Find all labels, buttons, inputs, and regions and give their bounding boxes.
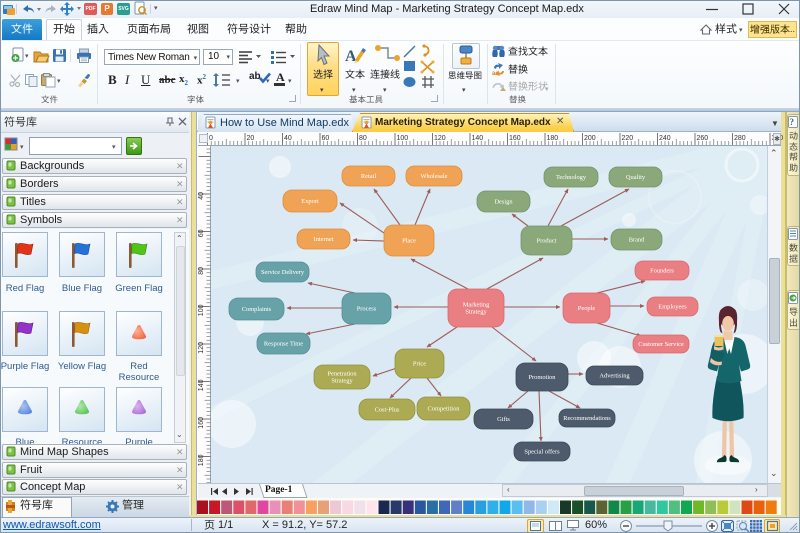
svg-text:Price: Price: [413, 361, 426, 368]
svg-text:Brand: Brand: [629, 237, 645, 244]
svg-text:Penetration: Penetration: [327, 371, 357, 378]
svg-text:0: 0: [209, 135, 213, 142]
svg-text:Service Delivery: Service Delivery: [261, 269, 305, 276]
svg-text:80: 80: [359, 135, 367, 142]
svg-text:220: 220: [621, 135, 633, 142]
svg-text:Customer Service: Customer Service: [638, 341, 684, 348]
svg-text:160: 160: [198, 417, 205, 429]
svg-text:Special offers: Special offers: [524, 449, 560, 456]
svg-text:100: 100: [198, 304, 205, 316]
svg-text:240: 240: [659, 135, 671, 142]
svg-text:Recommendations: Recommendations: [563, 415, 611, 422]
svg-text:Competition: Competition: [428, 406, 461, 413]
svg-text:Marketing: Marketing: [463, 302, 490, 309]
svg-text:?: ?: [790, 117, 795, 127]
svg-text:200: 200: [584, 135, 596, 142]
svg-text:140: 140: [471, 135, 483, 142]
svg-text:Cost-Plus: Cost-Plus: [375, 407, 400, 414]
svg-text:Wholesale: Wholesale: [421, 173, 448, 180]
svg-text:120: 120: [198, 342, 205, 354]
svg-text:160: 160: [509, 135, 521, 142]
svg-text:40: 40: [198, 192, 205, 200]
svg-text:Technology: Technology: [556, 174, 587, 181]
svg-text:180: 180: [546, 135, 558, 142]
svg-text:Place: Place: [402, 238, 416, 245]
svg-text:260: 260: [696, 135, 708, 142]
svg-text:Product: Product: [537, 238, 557, 245]
svg-text:120: 120: [434, 135, 446, 142]
svg-text:Process: Process: [357, 306, 377, 313]
svg-text:80: 80: [198, 267, 205, 275]
svg-text:Export: Export: [301, 198, 319, 205]
svg-text:140: 140: [198, 379, 205, 391]
svg-text:60: 60: [321, 135, 329, 142]
svg-text:20: 20: [246, 135, 254, 142]
svg-text:280: 280: [734, 135, 746, 142]
svg-text:60: 60: [198, 229, 205, 237]
svg-text:Quality: Quality: [626, 174, 646, 181]
svg-text:Design: Design: [494, 199, 513, 206]
svg-text:Response Time: Response Time: [264, 341, 303, 348]
svg-text:Gifts: Gifts: [497, 416, 510, 423]
svg-text:Strategy: Strategy: [331, 378, 353, 385]
svg-text:100: 100: [396, 135, 408, 142]
svg-text:Employees: Employees: [658, 304, 687, 311]
svg-text:Retail: Retail: [361, 173, 376, 180]
svg-text:40: 40: [284, 135, 292, 142]
svg-text:Complaints: Complaints: [242, 306, 272, 313]
svg-text:Internet: Internet: [314, 236, 334, 243]
svg-text:Promotion: Promotion: [529, 374, 557, 381]
svg-text:People: People: [578, 305, 596, 312]
svg-text:Strategy: Strategy: [465, 309, 487, 316]
svg-text:Advertising: Advertising: [599, 373, 630, 380]
svg-text:Founders: Founders: [650, 268, 674, 275]
svg-text:180: 180: [198, 454, 205, 466]
